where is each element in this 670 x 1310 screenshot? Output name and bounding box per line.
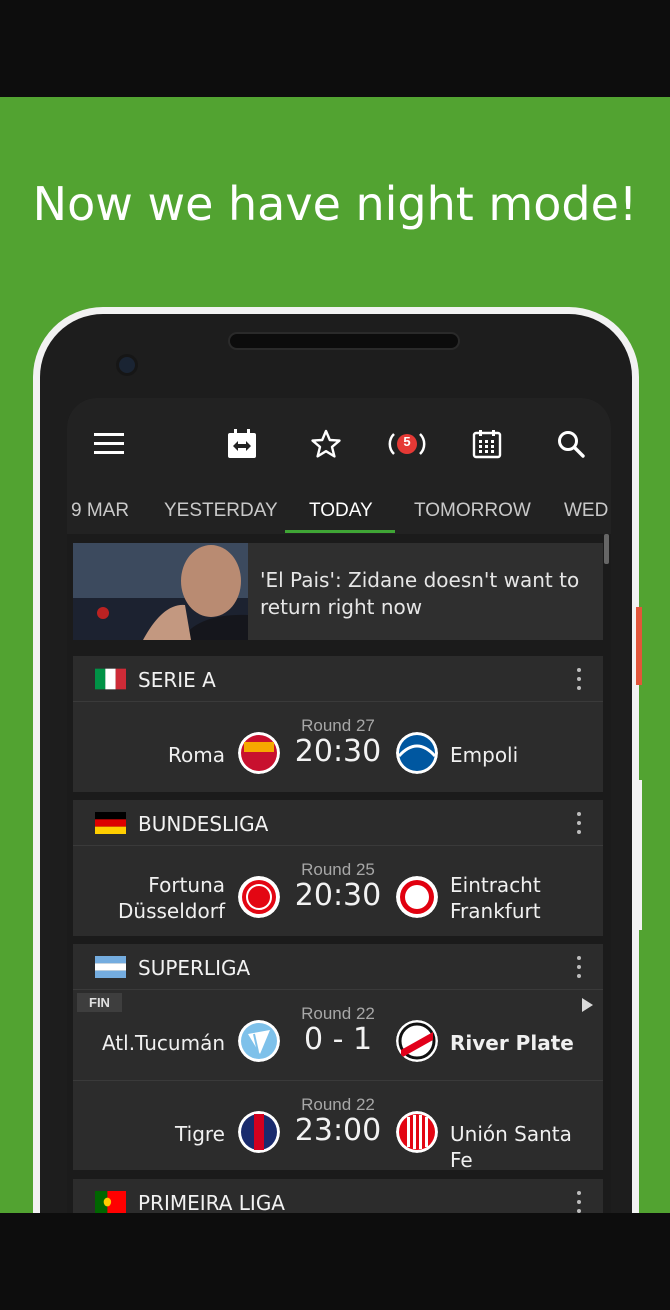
- active-tab-indicator: [285, 530, 395, 533]
- away-team: Eintracht Frankfurt: [450, 873, 541, 923]
- tab-today[interactable]: TODAY: [309, 500, 373, 522]
- match-list: 'El Pais': Zidane doesn't want to return…: [67, 534, 611, 1213]
- match-time: 20:30: [294, 878, 382, 913]
- match-round: Round 27: [301, 716, 375, 735]
- league-card-primeira-liga: PRIMEIRA LIGA: [73, 1179, 603, 1213]
- river-plate-crest-icon: [396, 1020, 438, 1062]
- match-time: 23:00: [294, 1113, 382, 1148]
- match-row[interactable]: Round 22 Tigre 23:00 Unión Santa Fe: [73, 1080, 603, 1172]
- date-swap-icon[interactable]: [224, 426, 260, 462]
- tucuman-crest-icon: [238, 1020, 280, 1062]
- eintracht-crest-icon: [396, 876, 438, 918]
- match-row[interactable]: FIN Round 22 Atl.Tucumán 0 - 1 River Pla…: [73, 990, 603, 1080]
- app-toolbar: 5: [67, 398, 611, 493]
- more-options-icon[interactable]: [575, 956, 583, 978]
- italy-flag-icon: [95, 668, 126, 690]
- tab-yesterday[interactable]: YESTERDAY: [164, 500, 278, 522]
- league-name: BUNDESLIGA: [138, 812, 269, 836]
- top-black-bar: [0, 0, 670, 97]
- phone-camera: [116, 354, 138, 376]
- news-image: [73, 543, 248, 640]
- phone-frame: 5 9 MAR YESTERDAY TODAY TOMORROW WED 1: [33, 307, 639, 1213]
- match-score: 0 - 1: [303, 1022, 373, 1057]
- news-card[interactable]: 'El Pais': Zidane doesn't want to return…: [73, 543, 603, 640]
- match-round: Round 22: [301, 1004, 375, 1023]
- promo-background: Now we have night mode! 5 9 MAR YESTERDA…: [0, 97, 670, 1213]
- phone-side-edge: [636, 780, 642, 930]
- search-icon[interactable]: [553, 426, 589, 462]
- portugal-flag-icon: [95, 1191, 126, 1213]
- live-icon[interactable]: 5: [387, 426, 427, 462]
- home-team: Atl.Tucumán: [101, 1031, 225, 1055]
- league-header[interactable]: BUNDESLIGA: [73, 800, 603, 846]
- league-card-serie-a: SERIE A Round 27 Roma 20:30 Empoli: [73, 656, 603, 792]
- league-header[interactable]: SERIE A: [73, 656, 603, 702]
- match-round: Round 22: [301, 1095, 375, 1114]
- live-count-badge: 5: [403, 434, 411, 449]
- roma-crest-icon: [238, 732, 280, 774]
- tab-wed[interactable]: WED 1: [564, 500, 611, 522]
- home-team: Tigre: [175, 1122, 225, 1146]
- match-row[interactable]: Round 25 Fortuna Düsseldorf 20:30 Eintra…: [73, 846, 603, 936]
- away-team: Unión Santa Fe: [450, 1122, 572, 1172]
- league-card-superliga: SUPERLIGA FIN Round 22 Atl.Tucumán 0 - 1…: [73, 944, 603, 1172]
- tigre-crest-icon: [238, 1111, 280, 1153]
- tab-9-mar[interactable]: 9 MAR: [71, 500, 129, 522]
- app-screen: 5 9 MAR YESTERDAY TODAY TOMORROW WED 1: [67, 398, 611, 1213]
- match-row[interactable]: Round 27 Roma 20:30 Empoli: [73, 702, 603, 792]
- scrollbar[interactable]: [604, 534, 609, 564]
- bottom-black-bar: [0, 1213, 670, 1310]
- promo-headline: Now we have night mode!: [32, 177, 638, 231]
- league-name: PRIMEIRA LIGA: [138, 1191, 285, 1213]
- home-team: Fortuna Düsseldorf: [118, 873, 225, 923]
- argentina-flag-icon: [95, 956, 126, 978]
- menu-icon[interactable]: [91, 426, 127, 462]
- germany-flag-icon: [95, 812, 126, 834]
- tab-tomorrow[interactable]: TOMORROW: [414, 500, 531, 522]
- calendar-icon[interactable]: [469, 426, 505, 462]
- empoli-crest-icon: [396, 732, 438, 774]
- home-team: Roma: [168, 743, 225, 767]
- date-tabs: 9 MAR YESTERDAY TODAY TOMORROW WED 1: [67, 488, 611, 534]
- league-name: SUPERLIGA: [138, 956, 251, 980]
- fortuna-crest-icon: [238, 876, 280, 918]
- phone-speaker: [228, 332, 460, 350]
- news-headline: 'El Pais': Zidane doesn't want to return…: [260, 568, 580, 619]
- more-options-icon[interactable]: [575, 1191, 583, 1213]
- more-options-icon[interactable]: [575, 668, 583, 690]
- union-crest-icon: [396, 1111, 438, 1153]
- league-header[interactable]: PRIMEIRA LIGA: [73, 1179, 603, 1213]
- phone-side-button: [636, 607, 642, 685]
- away-team: Empoli: [450, 743, 519, 767]
- league-card-bundesliga: BUNDESLIGA Round 25 Fortuna Düsseldorf 2…: [73, 800, 603, 936]
- star-icon[interactable]: [308, 426, 344, 462]
- match-time: 20:30: [294, 734, 382, 769]
- away-team: River Plate: [450, 1031, 574, 1055]
- league-header[interactable]: SUPERLIGA: [73, 944, 603, 990]
- more-options-icon[interactable]: [575, 812, 583, 834]
- league-name: SERIE A: [138, 668, 216, 692]
